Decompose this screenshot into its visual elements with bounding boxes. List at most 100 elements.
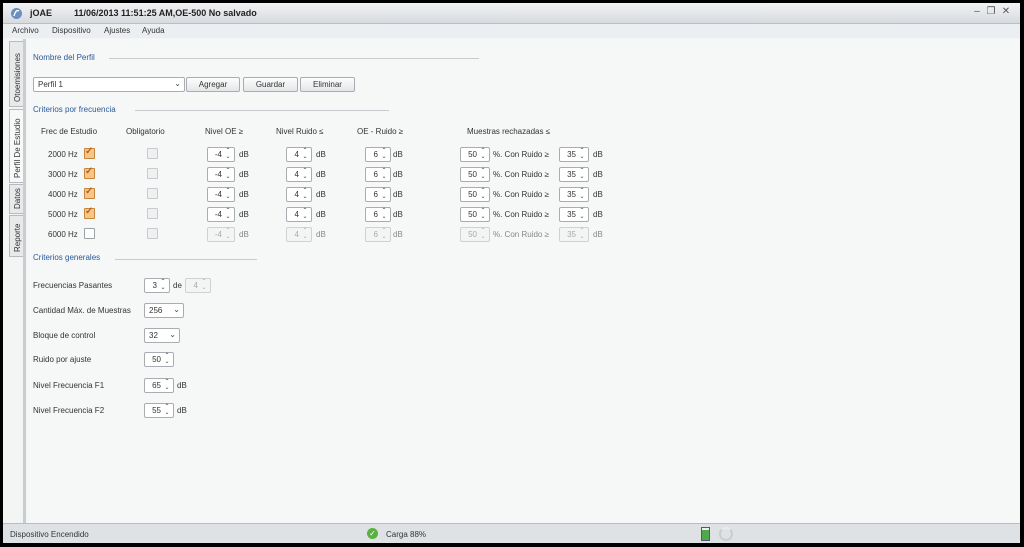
with-noise-stepper[interactable]: 35 ⌃ ⌄ (559, 147, 589, 162)
stepper-arrows-icon[interactable]: ⌃ ⌄ (301, 208, 309, 220)
oe-level-stepper[interactable]: -4 ⌃ ⌄ (207, 167, 235, 182)
profile-select[interactable]: Perfil 1 ⌄ (33, 77, 185, 92)
pct-with-noise-label: %. Con Ruido ≥ (493, 210, 549, 219)
stepper-arrows-icon[interactable]: ⌃ ⌄ (578, 188, 586, 200)
stepper-arrows-icon[interactable]: ⌃ ⌄ (380, 188, 388, 200)
stepper-value: 4 (193, 281, 198, 290)
menu-ajustes[interactable]: Ajustes (104, 26, 130, 35)
stepper-arrows-icon[interactable]: ⌃ ⌄ (479, 188, 487, 200)
f2-level-stepper[interactable]: 55 ⌃ ⌄ (144, 403, 174, 418)
add-button[interactable]: Agregar (186, 77, 240, 92)
stepper-arrows-icon[interactable]: ⌃ ⌄ (301, 168, 309, 180)
device-status: Dispositivo Encendido (10, 530, 89, 539)
freq-enable-checkbox[interactable] (84, 228, 95, 239)
freq-label: 2000 Hz (48, 150, 78, 159)
noise-level-stepper[interactable]: 4 ⌃ ⌄ (286, 207, 312, 222)
freq-label: 6000 Hz (48, 230, 78, 239)
section-divider (115, 259, 257, 260)
stepper-arrows-icon[interactable]: ⌃ ⌄ (163, 404, 171, 416)
passing-freqs-stepper[interactable]: 3 ⌃ ⌄ (144, 278, 170, 293)
stepper-value: 6 (373, 230, 378, 239)
loading-spinner-icon (719, 527, 733, 541)
freq-label: 4000 Hz (48, 190, 78, 199)
menu-dispositivo[interactable]: Dispositivo (52, 26, 91, 35)
stepper-arrows-icon[interactable]: ⌃ ⌄ (224, 188, 232, 200)
stepper-arrows-icon[interactable]: ⌃ ⌄ (380, 148, 388, 160)
oe-minus-noise-stepper[interactable]: 6 ⌃ ⌄ (365, 187, 391, 202)
menu-archivo[interactable]: Archivo (12, 26, 39, 35)
f1-level-stepper[interactable]: 65 ⌃ ⌄ (144, 378, 174, 393)
section-title-general: Criterios generales (33, 253, 101, 262)
stepper-arrows-icon[interactable]: ⌃ ⌄ (301, 188, 309, 200)
stepper-arrows-icon[interactable]: ⌃ ⌄ (224, 148, 232, 160)
stepper-value: 35 (567, 210, 576, 219)
restore-icon[interactable]: ❐ (985, 6, 997, 17)
delete-button[interactable]: Eliminar (300, 77, 355, 92)
noise-level-stepper: 4 ⌃ ⌄ (286, 227, 312, 242)
stepper-value: 35 (567, 170, 576, 179)
freq-enable-checkbox[interactable] (84, 206, 95, 219)
minimize-icon[interactable]: – (971, 6, 983, 17)
oe-level-stepper[interactable]: -4 ⌃ ⌄ (207, 187, 235, 202)
oe-minus-noise-stepper[interactable]: 6 ⌃ ⌄ (365, 167, 391, 182)
stepper-arrows-icon[interactable]: ⌃ ⌄ (224, 208, 232, 220)
noise-adjust-stepper[interactable]: 50 ⌃ ⌄ (144, 352, 174, 367)
freq-enable-checkbox[interactable] (84, 146, 95, 159)
oe-level-stepper[interactable]: -4 ⌃ ⌄ (207, 147, 235, 162)
stepper-arrows-icon[interactable]: ⌃ ⌄ (578, 208, 586, 220)
stepper-arrows-icon[interactable]: ⌃ ⌄ (578, 168, 586, 180)
rejected-samples-stepper[interactable]: 50 ⌃ ⌄ (460, 167, 490, 182)
battery-icon (701, 527, 710, 541)
noise-level-stepper[interactable]: 4 ⌃ ⌄ (286, 147, 312, 162)
oe-minus-noise-stepper[interactable]: 6 ⌃ ⌄ (365, 147, 391, 162)
stepper-value: 3 (152, 281, 157, 290)
db-unit: dB (393, 230, 403, 239)
freq-enable-checkbox[interactable] (84, 186, 95, 199)
chevron-down-icon: ⌄ (169, 330, 176, 339)
tab-datos[interactable]: Datos (9, 184, 24, 214)
stepper-arrows-icon[interactable]: ⌃ ⌄ (159, 279, 167, 291)
rejected-samples-stepper[interactable]: 50 ⌃ ⌄ (460, 147, 490, 162)
stepper-arrows-icon[interactable]: ⌃ ⌄ (163, 379, 171, 391)
with-noise-stepper[interactable]: 35 ⌃ ⌄ (559, 167, 589, 182)
tab-perfil-de-estudio[interactable]: Perfil De Estudio (9, 109, 24, 183)
stepper-value: 50 (468, 190, 477, 199)
noise-level-stepper[interactable]: 4 ⌃ ⌄ (286, 187, 312, 202)
total-freqs-stepper: 4 ⌃ ⌄ (185, 278, 211, 293)
stepper-arrows-icon[interactable]: ⌃ ⌄ (479, 208, 487, 220)
rejected-samples-stepper[interactable]: 50 ⌃ ⌄ (460, 207, 490, 222)
stepper-arrows-icon[interactable]: ⌃ ⌄ (479, 168, 487, 180)
with-noise-stepper[interactable]: 35 ⌃ ⌄ (559, 207, 589, 222)
freq-enable-checkbox[interactable] (84, 166, 95, 179)
with-noise-stepper[interactable]: 35 ⌃ ⌄ (559, 187, 589, 202)
stepper-arrows-icon[interactable]: ⌃ ⌄ (224, 168, 232, 180)
stepper-arrows-icon[interactable]: ⌃ ⌄ (380, 168, 388, 180)
stepper-arrows-icon[interactable]: ⌃ ⌄ (578, 148, 586, 160)
control-block-label: Bloque de control (33, 331, 96, 340)
app-name: jOAE (30, 8, 53, 18)
header-rejected: Muestras rechazadas ≤ (467, 127, 551, 136)
stepper-arrows-icon: ⌃ ⌄ (579, 228, 585, 240)
tab-otoemisiones[interactable]: Otoemisiones (9, 41, 24, 107)
close-icon[interactable]: ✕ (1000, 6, 1012, 17)
freq-label: 5000 Hz (48, 210, 78, 219)
stepper-arrows-icon: ⌃ ⌄ (225, 228, 231, 240)
save-button[interactable]: Guardar (243, 77, 298, 92)
menu-ayuda[interactable]: Ayuda (142, 26, 165, 35)
stepper-arrows-icon[interactable]: ⌃ ⌄ (301, 148, 309, 160)
pct-with-noise-label: %. Con Ruido ≥ (493, 230, 549, 239)
oe-level-stepper[interactable]: -4 ⌃ ⌄ (207, 207, 235, 222)
rejected-samples-stepper[interactable]: 50 ⌃ ⌄ (460, 187, 490, 202)
db-unit: dB (316, 170, 326, 179)
stepper-arrows-icon[interactable]: ⌃ ⌄ (380, 208, 388, 220)
stepper-arrows-icon[interactable]: ⌃ ⌄ (479, 148, 487, 160)
profile-panel: Nombre del Perfil Perfil 1 ⌄ Agregar Gua… (27, 39, 1020, 523)
tab-label: Otoemisiones (13, 53, 22, 102)
stepper-arrows-icon[interactable]: ⌃ ⌄ (163, 353, 171, 365)
oe-minus-noise-stepper[interactable]: 6 ⌃ ⌄ (365, 207, 391, 222)
control-block-select[interactable]: 32 ⌄ (144, 328, 180, 343)
tab-reporte[interactable]: Reporte (9, 215, 24, 257)
max-samples-select[interactable]: 256 ⌄ (144, 303, 184, 318)
noise-level-stepper[interactable]: 4 ⌃ ⌄ (286, 167, 312, 182)
db-unit: dB (393, 210, 403, 219)
